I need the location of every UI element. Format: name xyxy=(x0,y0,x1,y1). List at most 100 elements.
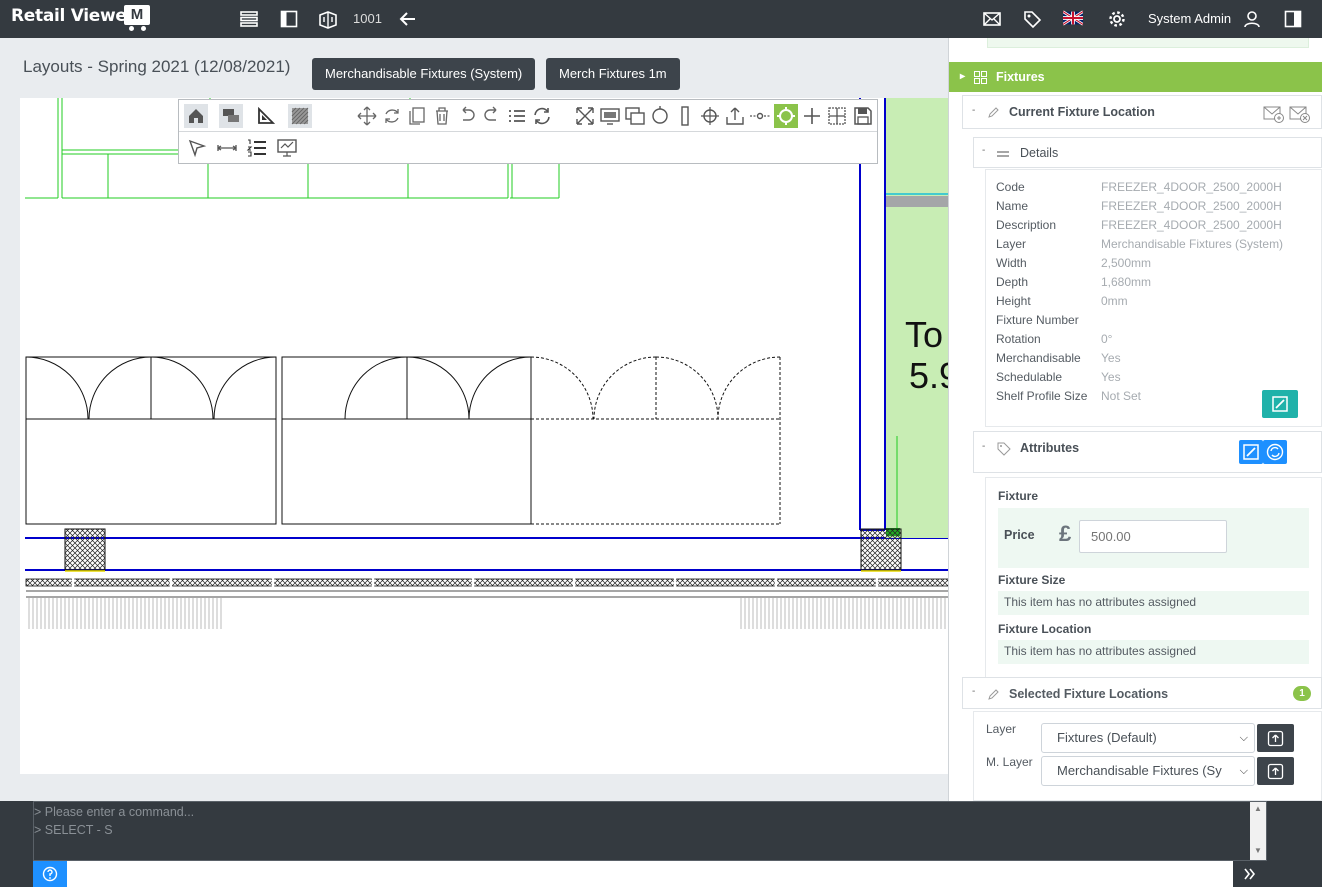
drawing-canvas[interactable]: To 5.9 xyxy=(20,98,950,774)
undo-icon[interactable] xyxy=(455,104,479,128)
refresh-icon[interactable] xyxy=(530,104,554,128)
layers-list-icon[interactable] xyxy=(239,9,259,29)
selected-fixture-band xyxy=(886,196,950,207)
console-output: > Please enter a command... > SELECT - S… xyxy=(33,801,1267,861)
fixture-size-empty-text: This item has no attributes assigned xyxy=(998,591,1309,615)
currency-symbol: £ xyxy=(1059,521,1072,546)
submit-command-button[interactable] xyxy=(1233,861,1267,887)
vertical-rect-icon[interactable] xyxy=(673,104,697,128)
chat-button[interactable] xyxy=(219,104,243,128)
store-walls xyxy=(25,98,950,571)
fixtures-section-header[interactable]: ▸ Fixtures xyxy=(949,62,1322,92)
settings-gear-icon[interactable] xyxy=(1107,9,1127,29)
current-fixture-location-label: Current Fixture Location xyxy=(1009,105,1155,119)
detail-label: Width xyxy=(996,256,1027,270)
detail-value: Yes xyxy=(1101,370,1121,384)
edit-attributes-button[interactable] xyxy=(1239,440,1263,464)
help-button[interactable] xyxy=(33,861,67,887)
home-icon xyxy=(189,109,203,123)
move-icon[interactable] xyxy=(355,104,379,128)
dimension-icon[interactable] xyxy=(215,136,239,160)
snap-toggle-button[interactable] xyxy=(774,104,798,128)
crosshair-icon[interactable] xyxy=(698,104,722,128)
side-panel-toggle-icon[interactable] xyxy=(1283,9,1303,29)
pillar-left xyxy=(64,528,106,571)
layout-title: Layouts - Spring 2021 (12/08/2021) xyxy=(23,57,291,76)
chevron-down-icon: ⌵ xyxy=(1239,765,1248,777)
numbered-list-icon[interactable] xyxy=(245,136,269,160)
panel-toggle-icon[interactable] xyxy=(279,9,299,29)
list-icon[interactable] xyxy=(505,104,529,128)
detail-label: Fixture Number xyxy=(996,313,1079,327)
home-view-button[interactable] xyxy=(184,104,208,128)
copy-icon[interactable] xyxy=(405,104,429,128)
grid-icon[interactable] xyxy=(825,104,849,128)
floor-plan-drawing: To 5.9 xyxy=(25,98,950,629)
snap-point-icon[interactable] xyxy=(748,104,772,128)
price-input[interactable] xyxy=(1079,520,1227,553)
details-section-header[interactable]: - Details xyxy=(973,137,1322,168)
delete-icon[interactable] xyxy=(430,104,454,128)
fixture-label-line2: 5.9 xyxy=(909,355,950,396)
upload-icon[interactable] xyxy=(723,104,747,128)
attributes-section-header[interactable]: - Attributes xyxy=(973,431,1322,473)
selected-fixture-locations-label: Selected Fixture Locations xyxy=(1009,687,1169,701)
presentation-icon[interactable] xyxy=(275,136,299,160)
chevron-down-icon: ⌵ xyxy=(1239,732,1248,744)
save-icon[interactable] xyxy=(851,104,875,128)
current-fixture-location-section[interactable]: - Current Fixture Location xyxy=(962,95,1322,129)
target-icon xyxy=(777,107,795,125)
hatch-fill-button[interactable] xyxy=(288,104,312,128)
plus-icon[interactable] xyxy=(800,104,824,128)
fixtures-label: Fixtures xyxy=(996,70,1045,84)
console-scrollbar[interactable]: ▲ ▼ xyxy=(1250,802,1266,860)
rotate-icon[interactable] xyxy=(380,104,404,128)
fixture-location-attr-label: Fixture Location xyxy=(998,622,1092,636)
detail-label: Shelf Profile Size xyxy=(996,389,1088,403)
store-map-icon[interactable] xyxy=(318,9,338,29)
layer-select[interactable]: Fixtures (Default) ⌵ xyxy=(1041,723,1255,753)
back-arrow-icon[interactable] xyxy=(398,9,418,29)
fixture-location-empty-text: This item has no attributes assigned xyxy=(998,640,1309,664)
upload-square-icon xyxy=(1267,730,1284,747)
measure-angle-button[interactable] xyxy=(254,104,278,128)
price-label: Price xyxy=(1004,528,1035,542)
mail-icon[interactable] xyxy=(982,9,1002,29)
hatched-bar-strip xyxy=(25,578,950,598)
mlayer-select[interactable]: Merchandisable Fixtures (Sy ⌵ xyxy=(1041,756,1255,786)
layer-button-merchandisable-fixtures[interactable]: Merchandisable Fixtures (System) xyxy=(312,58,536,90)
detail-label: Code xyxy=(996,180,1025,194)
double-chevron-right-icon xyxy=(1244,868,1256,880)
circle-icon[interactable] xyxy=(648,104,672,128)
detail-label: Depth xyxy=(996,275,1029,289)
detail-label: Layer xyxy=(996,237,1027,251)
edit-details-button[interactable] xyxy=(1262,390,1298,418)
app-logo[interactable]: Retail Viewer xyxy=(11,6,135,26)
store-number: 1001 xyxy=(353,11,382,26)
user-name[interactable]: System Admin xyxy=(1148,11,1231,26)
edit-square-icon xyxy=(1243,444,1259,460)
fit-extents-icon[interactable] xyxy=(573,104,597,128)
refresh-circle-icon xyxy=(1266,443,1284,461)
user-icon[interactable] xyxy=(1242,9,1262,29)
top-bar: Retail Viewer M 1001 System Admin xyxy=(0,0,1322,38)
selected-count-badge: 1 xyxy=(1293,686,1311,701)
edit-square-icon xyxy=(1272,396,1288,412)
detail-value: 2,500mm xyxy=(1101,256,1152,270)
collapse-caret-icon: ▸ xyxy=(960,71,966,82)
redo-icon[interactable] xyxy=(480,104,504,128)
layer-button-merch-fixtures-1m[interactable]: Merch Fixtures 1m xyxy=(546,58,680,90)
set-square-icon xyxy=(258,107,275,124)
refresh-attributes-button[interactable] xyxy=(1263,440,1287,464)
tag-icon[interactable] xyxy=(1022,9,1042,29)
email-add-icon[interactable] xyxy=(1263,104,1285,124)
apply-mlayer-button[interactable] xyxy=(1257,757,1294,785)
uk-flag-icon[interactable] xyxy=(1063,10,1083,26)
apply-layer-button[interactable] xyxy=(1257,724,1294,752)
email-remove-icon[interactable] xyxy=(1289,104,1311,124)
monitor-view-icon[interactable] xyxy=(598,104,622,128)
windows-icon[interactable] xyxy=(623,104,647,128)
select-pointer-icon[interactable] xyxy=(185,136,209,160)
selected-fixture-locations-header[interactable]: - Selected Fixture Locations 1 xyxy=(962,677,1322,709)
command-input[interactable] xyxy=(33,861,1267,887)
